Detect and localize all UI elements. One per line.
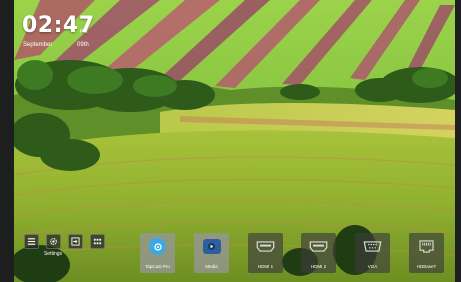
app-tile-hdbaset[interactable]: HDBaseT	[409, 233, 444, 273]
menu-button[interactable]	[24, 234, 39, 249]
app-tile-label: HDMI 1	[257, 264, 274, 269]
clock-ampm: PM	[80, 29, 88, 35]
app-tile-label: HDBaseT	[416, 264, 437, 269]
tapcast-icon	[149, 238, 166, 255]
ethernet-port-icon	[419, 240, 434, 253]
app-tile-hdmi1[interactable]: HDMI 1	[248, 233, 283, 273]
app-tile-media[interactable]: Media	[194, 233, 229, 273]
settings-button[interactable]	[46, 234, 61, 249]
date-day: 09th	[77, 42, 89, 48]
app-tile-label: VGA	[367, 264, 378, 269]
app-tile-label: HDMI 2	[310, 264, 327, 269]
all-apps-button[interactable]	[90, 234, 105, 249]
gear-icon	[50, 238, 57, 245]
input-source-button[interactable]	[68, 234, 83, 249]
app-tile-tapcast[interactable]: TapCast Pro	[140, 233, 175, 273]
hdmi-port-icon	[309, 241, 328, 252]
apps-grid-icon	[93, 238, 102, 245]
app-tile-label: TapCast Pro	[145, 264, 170, 269]
home-screen: 02:47 PM September 09th Settings TapCast…	[0, 0, 461, 282]
vga-port-icon	[363, 241, 382, 252]
menu-icon	[27, 238, 36, 245]
media-player-icon	[202, 239, 221, 254]
app-tile-label: Media	[205, 264, 218, 269]
settings-label: Settings	[43, 251, 63, 257]
date-month: September	[23, 42, 53, 48]
app-tile-hdmi2[interactable]: HDMI 2	[301, 233, 336, 273]
hdmi-port-icon	[256, 241, 275, 252]
input-source-icon	[71, 237, 80, 246]
app-tile-vga[interactable]: VGA	[355, 233, 390, 273]
